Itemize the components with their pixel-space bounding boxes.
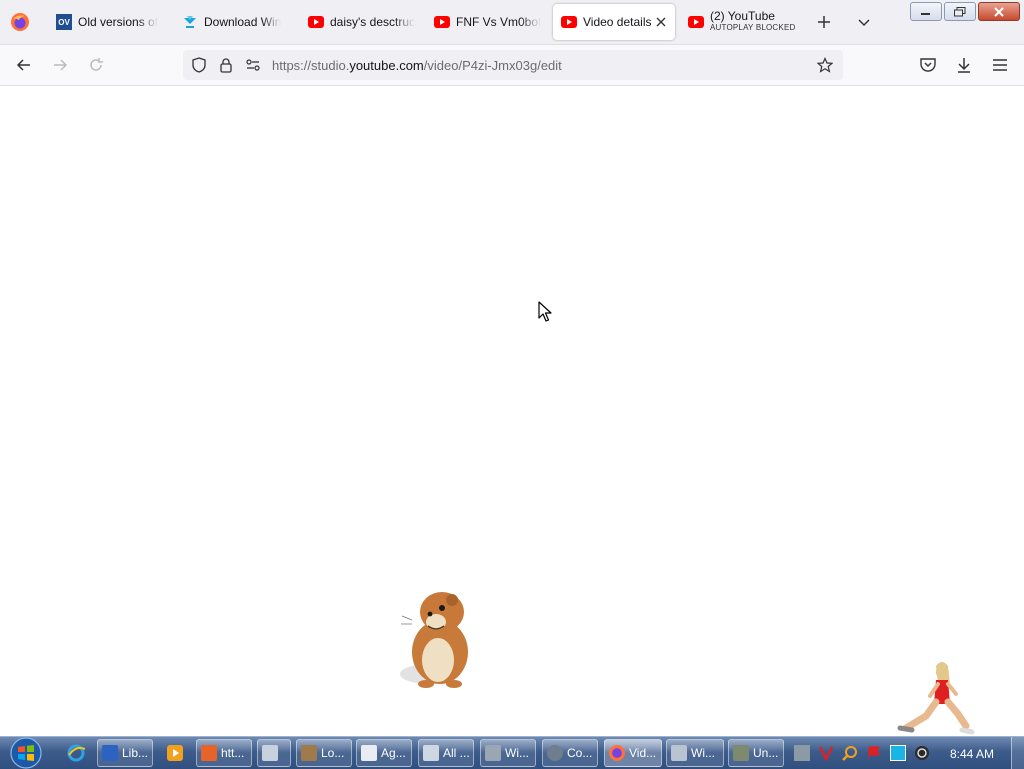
downloads-icon[interactable]	[954, 55, 974, 75]
libreoffice-icon	[102, 745, 118, 761]
page-content	[0, 86, 1024, 736]
taskbar-button-label: Co...	[567, 746, 593, 760]
minimize-button[interactable]	[910, 2, 942, 21]
taskbar-button-label: Lib...	[122, 746, 149, 760]
taskbar-button-label: Lo...	[321, 746, 345, 760]
window-icon	[262, 745, 278, 761]
app-icon	[485, 745, 501, 761]
address-bar[interactable]: https://studio.youtube.com/video/P4zi-Jm…	[183, 50, 843, 80]
tab-label: Video details	[583, 15, 652, 29]
taskbar-button-co[interactable]: Co...	[542, 739, 598, 767]
tab-fnf[interactable]: FNF Vs Vm0bot	[426, 4, 544, 40]
app-icon	[733, 745, 749, 761]
tray-search-icon[interactable]	[842, 745, 858, 761]
tab-label: (2) YouTube	[710, 9, 775, 23]
internet-explorer-icon[interactable]	[64, 741, 88, 765]
tray-v-icon[interactable]	[818, 745, 834, 761]
tab-youtube[interactable]: (2) YouTube AUTOPLAY BLOCKED	[680, 4, 806, 40]
minimize-icon	[921, 12, 930, 15]
tab-daisys[interactable]: daisy's desctruc	[300, 4, 418, 40]
tracking-protection-icon[interactable]	[191, 57, 207, 73]
menu-icon[interactable]	[990, 55, 1010, 75]
permissions-icon[interactable]	[245, 57, 261, 73]
youtube-icon	[561, 16, 577, 28]
app-icon	[423, 745, 439, 761]
youtube-icon	[434, 16, 450, 28]
youtube-icon	[308, 16, 324, 28]
tab-strip: OV Old versions of Download Win daisy's …	[0, 0, 1024, 45]
tab-label: daisy's desctruc	[330, 15, 415, 29]
taskbar-button-label: htt...	[221, 746, 245, 760]
runner-desktop-pet-icon	[897, 662, 975, 735]
back-button[interactable]	[14, 55, 34, 75]
taskbar-button-ag[interactable]: Ag...	[356, 739, 412, 767]
firefox-icon	[609, 745, 625, 761]
show-desktop-button[interactable]	[1011, 737, 1024, 769]
taskbar-button-label: Wi...	[691, 746, 715, 760]
new-tab-button[interactable]	[814, 12, 834, 32]
url-path: /video/P4zi-Jmx03g/edit	[423, 58, 562, 73]
reload-button[interactable]	[86, 55, 106, 75]
tab-video-details[interactable]: Video details	[553, 4, 675, 40]
taskbar-button-label: Wi...	[505, 746, 529, 760]
app-icon	[671, 745, 687, 761]
navigation-toolbar: https://studio.youtube.com/video/P4zi-Jm…	[0, 45, 1024, 86]
pocket-icon[interactable]	[918, 55, 938, 75]
restore-icon	[954, 6, 966, 16]
taskbar-button-libreoffice[interactable]: Lib...	[97, 739, 153, 767]
taskbar-button-wi-2[interactable]: Wi...	[666, 739, 724, 767]
tray-app-icon[interactable]	[794, 745, 810, 761]
close-icon	[994, 6, 1004, 17]
hamster-desktop-pet-icon	[400, 592, 468, 688]
app-icon	[301, 745, 317, 761]
taskbar-button-label: Vid...	[629, 746, 657, 760]
tab-label: FNF Vs Vm0bot	[456, 15, 542, 29]
close-tab-icon[interactable]	[655, 16, 667, 28]
taskbar-clock[interactable]: 8:44 AM	[950, 747, 994, 761]
oldversion-icon: OV	[56, 14, 72, 30]
media-player-icon[interactable]	[163, 741, 187, 765]
tray-flag-icon[interactable]	[866, 745, 882, 761]
download-icon	[184, 16, 196, 28]
url-prefix: https://studio.	[272, 58, 350, 73]
bookmark-star-icon[interactable]	[817, 57, 833, 73]
list-all-tabs-icon[interactable]	[854, 12, 874, 32]
youtube-icon	[688, 16, 704, 28]
app-icon	[201, 745, 217, 761]
taskbar-button-label: Ag...	[381, 746, 406, 760]
tab-download-win[interactable]: Download Win	[174, 4, 292, 40]
taskbar-button-all[interactable]: All ...	[418, 739, 474, 767]
taskbar-button-firefox-video[interactable]: Vid...	[604, 739, 662, 767]
firefox-icon[interactable]	[10, 12, 30, 32]
tray-display-icon[interactable]	[890, 745, 906, 761]
close-window-button[interactable]	[978, 2, 1020, 21]
window-controls	[908, 2, 1020, 21]
lock-icon[interactable]	[218, 57, 234, 73]
windows-taskbar: Lib... htt... Lo... Ag... All ... Wi... …	[0, 736, 1024, 769]
taskbar-button-window[interactable]	[257, 739, 291, 767]
autoplay-blocked-label: AUTOPLAY BLOCKED	[710, 23, 796, 32]
app-icon	[547, 745, 563, 761]
restore-button[interactable]	[944, 2, 976, 21]
tab-label: Download Win	[204, 15, 282, 29]
url-domain: youtube.com	[349, 58, 424, 73]
taskbar-button-http[interactable]: htt...	[196, 739, 252, 767]
tab-old-versions[interactable]: OV Old versions of	[48, 4, 166, 40]
mouse-cursor-icon	[538, 301, 552, 322]
forward-button[interactable]	[50, 55, 70, 75]
taskbar-button-un[interactable]: Un...	[728, 739, 784, 767]
taskbar-button-wi[interactable]: Wi...	[480, 739, 536, 767]
url-text[interactable]: https://studio.youtube.com/video/P4zi-Jm…	[272, 58, 562, 73]
tab-label: Old versions of	[78, 15, 159, 29]
taskbar-button-lo[interactable]: Lo...	[296, 739, 352, 767]
tray-volume-icon[interactable]	[914, 745, 930, 761]
start-button[interactable]	[6, 737, 46, 769]
taskbar-button-label: Un...	[753, 746, 779, 760]
taskbar-button-label: All ...	[443, 746, 470, 760]
app-icon	[361, 745, 377, 761]
